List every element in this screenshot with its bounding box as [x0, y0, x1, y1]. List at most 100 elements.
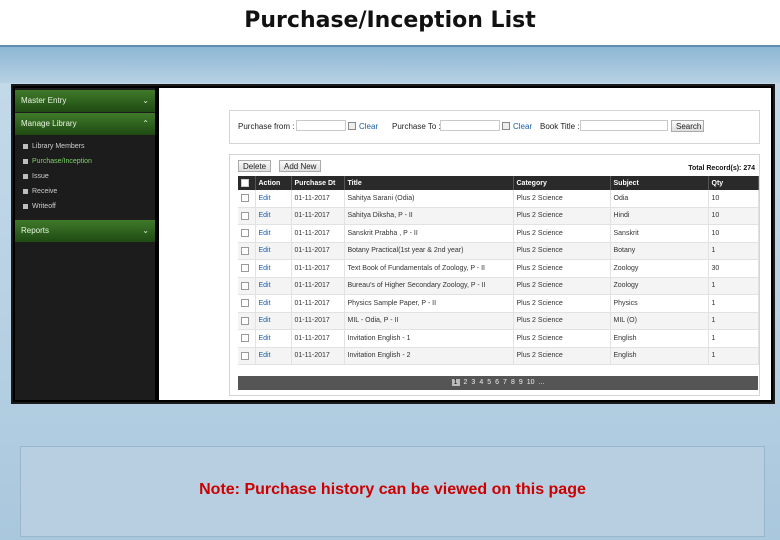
search-button[interactable]: Search	[671, 120, 704, 132]
bullet-icon	[23, 188, 28, 194]
row-checkbox[interactable]	[238, 294, 256, 313]
header-band	[0, 47, 780, 83]
pagination: 1 2 3 4 5 6 7 8 9 10...	[238, 376, 758, 390]
subject-cell: Zoology	[610, 277, 709, 295]
column-header[interactable]: Title	[344, 176, 514, 190]
page-link[interactable]: 10	[527, 379, 535, 386]
table-row: Edit 01-11-2017 Physics Sample Paper, P - …	[238, 294, 759, 313]
edit-link[interactable]: Edit	[255, 190, 292, 208]
select-all-checkbox[interactable]	[238, 176, 256, 190]
edit-link[interactable]: Edit	[255, 294, 292, 313]
sidebar-item-label: Library Members	[32, 143, 85, 150]
row-checkbox[interactable]	[238, 242, 256, 260]
page-link[interactable]: 8	[511, 379, 515, 386]
edit-link[interactable]: Edit	[255, 347, 292, 365]
purchase-list-panel: Delete Add New Total Record(s): 274 Acti…	[229, 154, 760, 396]
table-row: Edit 01-11-2017 Invitation English - 2 Plus…	[238, 347, 759, 365]
row-checkbox[interactable]	[238, 329, 256, 348]
edit-link[interactable]: Edit	[255, 259, 292, 278]
bullet-icon	[23, 158, 28, 164]
menu-reports[interactable]: Reports ⌄	[15, 220, 155, 242]
page-link[interactable]: 9	[519, 379, 523, 386]
total-records: Total Record(s): 274	[688, 165, 755, 172]
purchase-from-input[interactable]	[296, 120, 346, 131]
page-link[interactable]: 1	[451, 379, 460, 386]
checkbox-icon	[241, 194, 249, 203]
row-checkbox[interactable]	[238, 347, 256, 365]
sidebar-item-library-members[interactable]: Library Members	[15, 139, 155, 154]
menu-manage-library[interactable]: Manage Library ⌃	[15, 113, 155, 135]
bullet-icon	[23, 173, 28, 179]
qty-cell: 1	[708, 347, 759, 365]
column-header[interactable]: Purchase Dt	[291, 176, 345, 190]
edit-link[interactable]: Edit	[255, 224, 292, 243]
column-header[interactable]: Action	[255, 176, 292, 190]
qty-cell: 1	[708, 312, 759, 330]
purchase-date-cell: 01-11-2017	[291, 312, 345, 330]
sidebar-item-writeoff[interactable]: Writeoff	[15, 199, 155, 214]
category-cell: Plus 2 Science	[513, 329, 611, 348]
page-link[interactable]: 3	[471, 379, 475, 386]
checkbox-icon	[241, 229, 249, 238]
chevron-down-icon: ⌄	[142, 226, 149, 235]
sidebar-item-issue[interactable]: Issue	[15, 169, 155, 184]
subject-cell: Zoology	[610, 259, 709, 278]
subject-cell: Odia	[610, 190, 709, 208]
checkbox-icon	[241, 179, 249, 187]
page-link[interactable]: 7	[503, 379, 507, 386]
sidebar-item-purchase-inception[interactable]: Purchase/Inception	[15, 154, 155, 169]
book-title-label: Book Title :	[540, 122, 580, 131]
sidebar: Master Entry ⌄ Manage Library ⌃ Library …	[15, 88, 155, 400]
column-header[interactable]: Qty	[708, 176, 759, 190]
edit-link[interactable]: Edit	[255, 329, 292, 348]
edit-link[interactable]: Edit	[255, 242, 292, 260]
clear-from-link[interactable]: Clear	[359, 122, 378, 131]
checkbox-icon	[241, 316, 249, 325]
table-row: Edit 01-11-2017 Invitation English - 1 Plus…	[238, 329, 759, 348]
purchase-date-cell: 01-11-2017	[291, 294, 345, 313]
row-checkbox[interactable]	[238, 207, 256, 225]
sidebar-item-receive[interactable]: Receive	[15, 184, 155, 199]
column-header[interactable]: Subject	[610, 176, 709, 190]
subject-cell: MIL (O)	[610, 312, 709, 330]
table-row: Edit 01-11-2017 Sahitya Diksha, P - II Plus…	[238, 207, 759, 225]
delete-button[interactable]: Delete	[238, 160, 272, 172]
book-title-input[interactable]	[580, 120, 668, 131]
title-cell: Botany Practical(1st year & 2nd year)	[344, 242, 514, 260]
table-row: Edit 01-11-2017 Botany Practical(1st year …	[238, 242, 759, 260]
page-link[interactable]: 5	[487, 379, 491, 386]
row-checkbox[interactable]	[238, 190, 256, 208]
row-checkbox[interactable]	[238, 259, 256, 278]
main-content: Purchase from : Clear Purchase To : Clea…	[159, 88, 771, 400]
sidebar-item-label: Purchase/Inception	[32, 158, 92, 165]
edit-link[interactable]: Edit	[255, 312, 292, 330]
sidebar-item-label: Receive	[32, 188, 58, 195]
row-checkbox[interactable]	[238, 312, 256, 330]
calendar-icon[interactable]	[348, 122, 356, 130]
add-new-button[interactable]: Add New	[279, 160, 322, 172]
qty-cell: 1	[708, 277, 759, 295]
purchase-date-cell: 01-11-2017	[291, 242, 345, 260]
edit-link[interactable]: Edit	[255, 277, 292, 295]
page-link[interactable]: 2	[464, 379, 468, 386]
calendar-icon[interactable]	[502, 122, 510, 130]
title-cell: MIL - Odia, P - II	[344, 312, 514, 330]
category-cell: Plus 2 Science	[513, 347, 611, 365]
category-cell: Plus 2 Science	[513, 207, 611, 225]
purchase-to-input[interactable]	[440, 120, 500, 131]
edit-link[interactable]: Edit	[255, 207, 292, 225]
subject-cell: Botany	[610, 242, 709, 260]
clear-to-link[interactable]: Clear	[513, 122, 532, 131]
qty-cell: 30	[708, 259, 759, 278]
page-link[interactable]: ...	[539, 379, 545, 386]
title-cell: Sanskrit Prabha , P - II	[344, 224, 514, 243]
row-checkbox[interactable]	[238, 224, 256, 243]
page-link[interactable]: 4	[479, 379, 483, 386]
page-link[interactable]: 6	[495, 379, 499, 386]
purchase-date-cell: 01-11-2017	[291, 224, 345, 243]
qty-cell: 10	[708, 207, 759, 225]
column-header[interactable]: Category	[513, 176, 611, 190]
checkbox-icon	[241, 264, 249, 273]
menu-master-entry[interactable]: Master Entry ⌄	[15, 90, 155, 112]
row-checkbox[interactable]	[238, 277, 256, 295]
